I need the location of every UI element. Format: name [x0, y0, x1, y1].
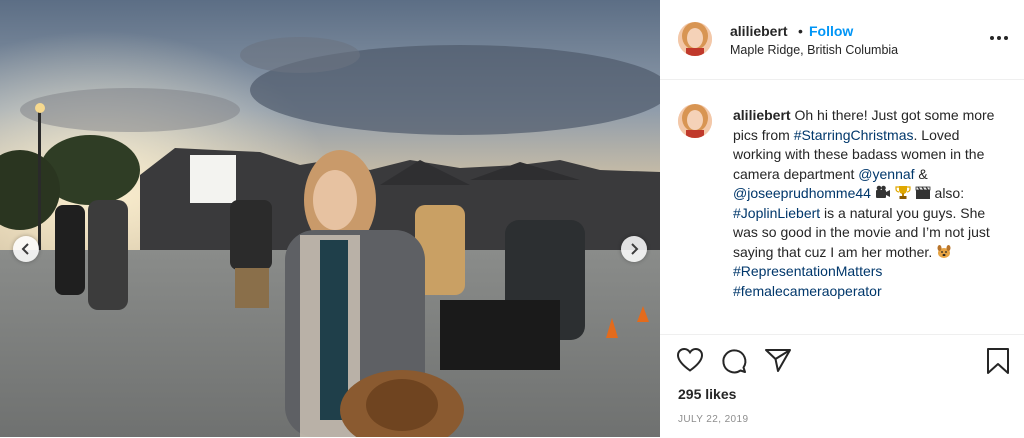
like-count[interactable]: 295 likes	[678, 386, 736, 402]
mention-link[interactable]: @yennaf	[858, 166, 914, 182]
caption-segment: also:	[930, 185, 965, 201]
movie-camera-emoji	[875, 185, 890, 198]
hashtag-link[interactable]: #femalecameraoperator	[733, 283, 882, 299]
previous-photo-button[interactable]	[13, 236, 39, 262]
caption-avatar[interactable]	[678, 104, 712, 138]
hashtag-link[interactable]: #RepresentationMatters	[733, 263, 882, 279]
caption-area: aliliebert Oh hi there! Just got some mo…	[660, 80, 1024, 334]
comment-icon[interactable]	[720, 347, 748, 375]
next-photo-button[interactable]	[621, 236, 647, 262]
post-header: aliliebert • Follow Maple Ridge, British…	[660, 0, 1024, 80]
post-actions: 295 likes JULY 22, 2019	[660, 334, 1024, 438]
separator-dot: •	[798, 23, 803, 39]
mention-link[interactable]: @joseeprudhomme44	[733, 185, 871, 201]
share-icon[interactable]	[764, 347, 792, 373]
dog-emoji	[937, 244, 951, 258]
clapper-board-emoji	[915, 186, 931, 199]
bookmark-icon[interactable]	[986, 347, 1010, 375]
post-date[interactable]: JULY 22, 2019	[678, 414, 748, 425]
avatar-image	[678, 104, 712, 138]
trophy-emoji	[895, 186, 911, 199]
chevron-left-icon	[21, 243, 29, 255]
heart-icon[interactable]	[676, 347, 704, 373]
post-side-panel: aliliebert • Follow Maple Ridge, British…	[660, 0, 1024, 437]
more-options-icon[interactable]	[990, 36, 1012, 44]
follow-button[interactable]: Follow	[809, 23, 853, 39]
film-set-scene	[0, 0, 660, 437]
avatar[interactable]	[678, 22, 712, 56]
hashtag-link[interactable]: #JoplinLiebert	[733, 205, 820, 221]
caption-username[interactable]: aliliebert	[733, 107, 791, 123]
caption-segment: &	[914, 165, 928, 182]
post-photo[interactable]	[0, 0, 660, 437]
location-link[interactable]: Maple Ridge, British Columbia	[730, 43, 898, 57]
hashtag-link[interactable]: #StarringChristmas	[794, 127, 914, 143]
chevron-right-icon	[631, 243, 639, 255]
caption-text: aliliebert Oh hi there! Just got some mo…	[733, 106, 1003, 301]
avatar-image	[678, 22, 712, 56]
username-link[interactable]: aliliebert	[730, 23, 788, 39]
